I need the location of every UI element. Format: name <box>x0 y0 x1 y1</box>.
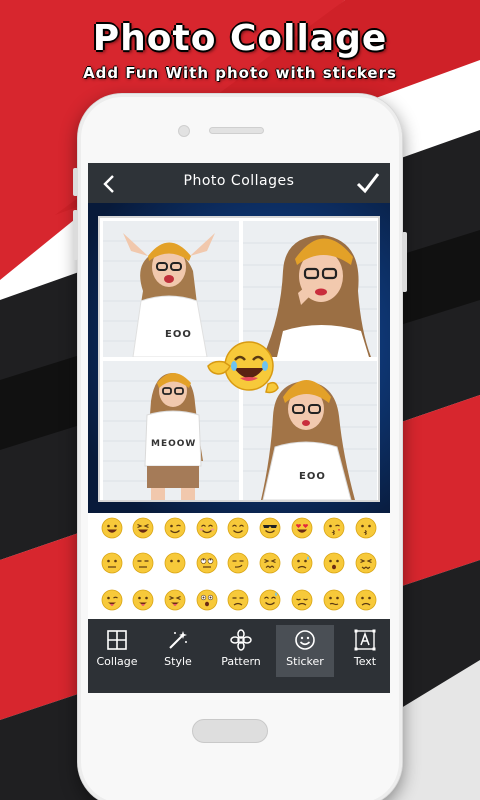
tool-label: Text <box>353 655 377 668</box>
text-box-icon <box>354 629 376 651</box>
magic-wand-icon <box>169 631 187 649</box>
surprised-emoji[interactable] <box>196 589 218 611</box>
smirk-emoji[interactable] <box>227 552 249 574</box>
kissing-wink-emoji[interactable] <box>323 517 345 539</box>
tool-text-button[interactable]: Text <box>336 625 390 677</box>
no-mouth-emoji[interactable] <box>164 552 186 574</box>
shirt-text: EOO <box>165 329 192 340</box>
pattern-icon <box>230 629 252 651</box>
checkmark-icon[interactable] <box>354 169 382 197</box>
kissing-emoji[interactable] <box>355 517 377 539</box>
emoji-sticker-grid <box>88 513 390 619</box>
tool-style-button[interactable]: Style <box>149 625 207 677</box>
app-bar-title: Photo Collages <box>183 173 295 189</box>
frowning-emoji[interactable] <box>355 589 377 611</box>
blushing-emoji[interactable] <box>196 517 218 539</box>
neutral-emoji[interactable] <box>101 552 123 574</box>
laughing-emoji[interactable] <box>132 517 154 539</box>
tool-label: Pattern <box>221 655 261 668</box>
shirt-text: MEOOW <box>151 439 197 449</box>
phone-home-button[interactable] <box>192 719 268 743</box>
confused-emoji[interactable] <box>323 589 345 611</box>
bottom-toolbar: Collage Style Pattern Sticker Text <box>88 619 390 693</box>
unamused-emoji[interactable] <box>227 589 249 611</box>
tool-pattern-button[interactable]: Pattern <box>212 625 270 677</box>
heart-eyes-emoji[interactable] <box>291 517 313 539</box>
grid-icon <box>107 630 127 650</box>
shirt-text: EOO <box>299 471 326 482</box>
tongue-closed-eyes-emoji[interactable] <box>164 589 186 611</box>
persevering-emoji[interactable] <box>259 552 281 574</box>
tool-sticker-button[interactable]: Sticker <box>276 625 334 677</box>
collage-frame: EOO MEOOW EOO <box>98 216 380 502</box>
expressionless-emoji[interactable] <box>132 552 154 574</box>
phone-speaker <box>209 127 264 134</box>
tool-label: Sticker <box>286 655 324 668</box>
winking-emoji[interactable] <box>164 517 186 539</box>
confounded-emoji[interactable] <box>355 552 377 574</box>
phone-volume-key <box>73 168 78 196</box>
sunglasses-emoji[interactable] <box>259 517 281 539</box>
app-screen: Photo Collages EOO MEOOW EOO Collage Sty… <box>88 163 390 693</box>
phone-camera <box>178 125 190 137</box>
app-bar: Photo Collages <box>88 163 390 203</box>
phone-volume-key <box>73 210 78 260</box>
collage-canvas: EOO MEOOW EOO <box>88 203 390 513</box>
promo-subtitle: Add Fun With photo with stickers <box>83 64 397 82</box>
hushed-emoji[interactable] <box>323 552 345 574</box>
promo-title: Photo Collage <box>92 18 388 59</box>
tool-label: Style <box>164 655 192 668</box>
grinning-emoji[interactable] <box>101 517 123 539</box>
tongue-emoji[interactable] <box>132 589 154 611</box>
sweat-emoji[interactable] <box>291 552 313 574</box>
phone-power-key <box>402 232 407 292</box>
sweat-smile-emoji[interactable] <box>259 589 281 611</box>
laughing-emoji-sticker[interactable] <box>204 336 282 400</box>
smiling-emoji[interactable] <box>227 517 249 539</box>
tool-collage-button[interactable]: Collage <box>88 625 146 677</box>
tongue-wink-emoji[interactable] <box>101 589 123 611</box>
eye-roll-emoji[interactable] <box>196 552 218 574</box>
tool-label: Collage <box>96 655 138 668</box>
smiley-icon <box>295 630 315 650</box>
pensive-emoji[interactable] <box>291 589 313 611</box>
